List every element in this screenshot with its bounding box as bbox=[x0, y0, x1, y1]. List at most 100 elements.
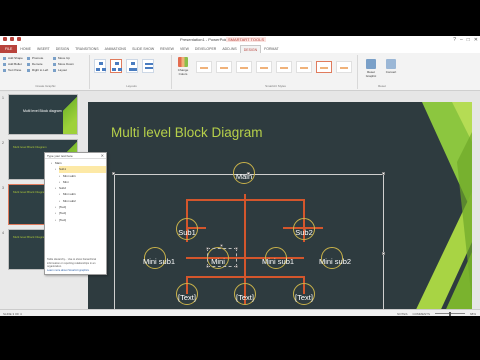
smartart-text-pane: Type your text here ✕ Main Sub1 Mini sub… bbox=[44, 152, 107, 275]
tab-design[interactable]: DESIGN bbox=[53, 45, 72, 53]
slide: Multi level Block Diagram Main Sub1 Sub2… bbox=[88, 102, 472, 316]
style-option[interactable] bbox=[216, 61, 232, 73]
slide-canvas: Multi level Block Diagram Main Sub1 Sub2… bbox=[80, 92, 480, 316]
tab-review[interactable]: REVIEW bbox=[157, 45, 177, 53]
thumbnail-title: Multi level Block Diagram bbox=[13, 145, 47, 149]
layouts-group: Layouts bbox=[92, 55, 172, 89]
tab-insert[interactable]: INSERT bbox=[34, 45, 53, 53]
maximize-button[interactable]: □ bbox=[467, 37, 470, 43]
node-mini-label[interactable]: Mini bbox=[211, 257, 225, 266]
change-colors-label: Change Colors bbox=[177, 68, 189, 76]
slide-number: 2 bbox=[2, 141, 4, 145]
layout-button[interactable]: Layout bbox=[52, 67, 74, 73]
convert-button[interactable]: Convert bbox=[382, 59, 400, 74]
resize-handle[interactable] bbox=[112, 172, 115, 175]
node-mini-sub1-a-label[interactable]: Mini sub1 bbox=[143, 257, 175, 266]
resize-handle[interactable] bbox=[206, 265, 209, 268]
thumbnail-title: Multi level Block diagram bbox=[23, 109, 62, 113]
layout-option[interactable] bbox=[94, 59, 106, 73]
notes-button[interactable]: NOTES bbox=[397, 312, 407, 316]
connector-line bbox=[186, 276, 304, 278]
green-shapes-decoration bbox=[412, 102, 472, 316]
style-option[interactable] bbox=[196, 61, 212, 73]
layout-option[interactable] bbox=[126, 59, 138, 73]
slide-counter: SLIDE 3 OF 4 bbox=[3, 311, 22, 316]
tab-animations[interactable]: ANIMATIONS bbox=[102, 45, 130, 53]
palette-icon bbox=[178, 57, 188, 67]
resize-handle[interactable] bbox=[382, 172, 385, 175]
tab-slide-show[interactable]: SLIDE SHOW bbox=[129, 45, 157, 53]
resize-handle[interactable] bbox=[235, 247, 238, 250]
powerpoint-window: Presentation1 - PowerPoint SMARTART TOOL… bbox=[0, 36, 480, 316]
title-bar: Presentation1 - PowerPoint SMARTART TOOL… bbox=[0, 36, 480, 45]
slide-number: 4 bbox=[2, 231, 4, 235]
contextual-tab-title: SMARTART TOOLS bbox=[226, 37, 267, 42]
text-pane-item[interactable]: [Text] bbox=[55, 217, 106, 224]
document-title: Presentation1 - PowerPoint bbox=[180, 37, 229, 42]
zoom-level[interactable]: 68% bbox=[470, 312, 476, 316]
node-mini-sub1-b-label[interactable]: Mini sub1 bbox=[262, 257, 294, 266]
convert-icon bbox=[386, 59, 396, 69]
thumbnail-title: Multi level Block Diagram bbox=[13, 190, 47, 194]
status-bar: SLIDE 3 OF 4 NOTES COMMENTS 68% bbox=[0, 309, 480, 316]
node-text-a-label[interactable]: [Text] bbox=[178, 293, 196, 302]
change-colors-button[interactable]: Change Colors bbox=[174, 57, 192, 76]
text-pane-list: Main Sub1 Mini sub1 Mini Sub2 Mini sub1 … bbox=[45, 159, 106, 223]
convert-label: Convert bbox=[385, 70, 397, 74]
tab-home[interactable]: HOME bbox=[17, 45, 34, 53]
tab-view[interactable]: VIEW bbox=[177, 45, 192, 53]
node-mini-sub2-label[interactable]: Mini sub2 bbox=[319, 257, 351, 266]
comments-button[interactable]: COMMENTS bbox=[412, 312, 430, 316]
node-text-b-label[interactable]: [Text] bbox=[236, 293, 254, 302]
reset-icon bbox=[366, 59, 376, 69]
slide-title[interactable]: Multi level Block Diagram bbox=[111, 125, 263, 140]
tab-smartart-format[interactable]: FORMAT bbox=[261, 45, 282, 53]
thumbnail-title: Multi level Block Diagram bbox=[13, 235, 47, 239]
tab-add-ins[interactable]: ADD-INS bbox=[219, 45, 239, 53]
resize-handle[interactable] bbox=[206, 247, 209, 250]
quick-access-toolbar bbox=[3, 37, 21, 41]
help-button[interactable]: ? bbox=[453, 37, 456, 43]
zoom-slider[interactable] bbox=[434, 311, 465, 316]
reset-graphic-button[interactable]: Reset Graphic bbox=[362, 59, 380, 78]
node-main-label[interactable]: Main bbox=[236, 172, 252, 181]
powerpoint-logo-icon bbox=[3, 37, 7, 41]
minimize-button[interactable]: – bbox=[460, 37, 463, 43]
style-option[interactable] bbox=[296, 61, 312, 73]
reset-graphic-label: Reset Graphic bbox=[365, 70, 377, 78]
undo-icon[interactable] bbox=[17, 37, 21, 41]
text-pane-close-icon[interactable]: ✕ bbox=[101, 153, 104, 158]
tab-developer[interactable]: DEVELOPER bbox=[192, 45, 219, 53]
resize-handle[interactable] bbox=[235, 265, 238, 268]
style-option[interactable] bbox=[276, 61, 292, 73]
text-pane-button[interactable]: Text Pane bbox=[2, 67, 23, 73]
create-graphic-group: Add Shape Add Bullet Text Pane Promote D… bbox=[2, 55, 90, 89]
layout-option[interactable] bbox=[142, 59, 154, 73]
node-text-c-label[interactable]: [Text] bbox=[295, 293, 313, 302]
slide-thumbnail-1[interactable]: 1 Multi level Block diagram bbox=[2, 94, 78, 135]
rotate-handle[interactable] bbox=[220, 244, 223, 247]
reset-group: Reset Graphic Convert Reset bbox=[362, 55, 402, 89]
node-sub2-label[interactable]: Sub2 bbox=[295, 228, 313, 237]
style-option[interactable] bbox=[236, 61, 252, 73]
close-button[interactable]: ✕ bbox=[474, 37, 478, 43]
save-icon[interactable] bbox=[10, 37, 14, 41]
tab-file[interactable]: FILE bbox=[0, 45, 18, 53]
slide-number: 1 bbox=[2, 96, 4, 100]
learn-more-link[interactable]: Learn more about SmartArt graphics bbox=[47, 269, 105, 272]
node-sub1-label[interactable]: Sub1 bbox=[178, 228, 196, 237]
tab-smartart-design[interactable]: DESIGN bbox=[239, 45, 262, 53]
style-option-selected[interactable] bbox=[316, 61, 332, 73]
ribbon-tabs: FILE HOME INSERT DESIGN TRANSITIONS ANIM… bbox=[0, 45, 480, 53]
right-to-left-button[interactable]: Right to Left bbox=[26, 67, 48, 73]
green-accent bbox=[63, 95, 77, 134]
layout-option-selected[interactable] bbox=[110, 59, 122, 73]
tab-transitions[interactable]: TRANSITIONS bbox=[72, 45, 102, 53]
ribbon: Add Shape Add Bullet Text Pane Promote D… bbox=[0, 53, 480, 91]
style-option[interactable] bbox=[336, 61, 352, 73]
smartart-styles-label: SmartArt Styles bbox=[265, 84, 286, 88]
style-option[interactable] bbox=[256, 61, 272, 73]
resize-handle[interactable] bbox=[382, 252, 385, 255]
slide-number: 3 bbox=[2, 186, 4, 190]
text-pane-footer: Table Hierarchy... Use to show hierarchi… bbox=[47, 258, 105, 272]
